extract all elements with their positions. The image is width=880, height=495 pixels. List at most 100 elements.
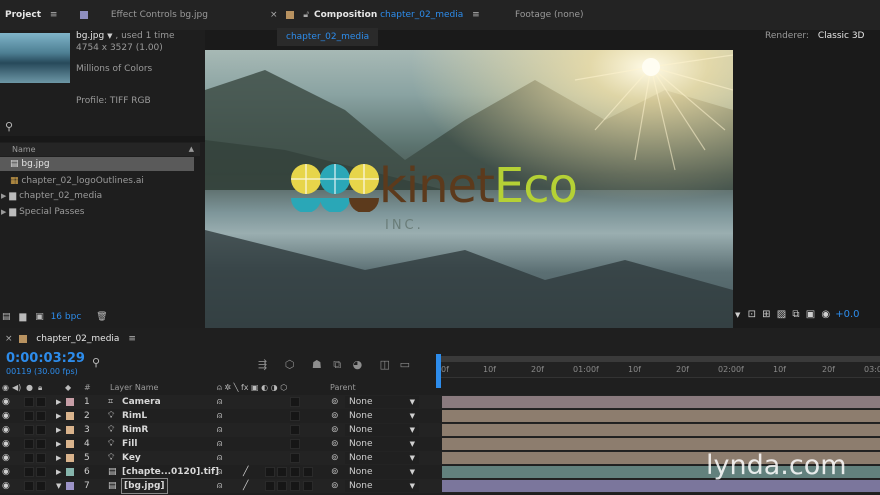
label-color-chip[interactable] — [66, 482, 74, 490]
expand-arrow-icon[interactable]: ▶ — [56, 423, 61, 437]
parent-dropdown[interactable]: None ▼ — [345, 396, 419, 408]
quality-switch-icon[interactable]: ╱ — [243, 479, 248, 493]
eye-icon[interactable]: ◉ — [2, 465, 10, 479]
pickwhip-icon[interactable]: ⊚ — [331, 437, 339, 451]
label-color-chip[interactable] — [66, 454, 74, 462]
new-folder-icon[interactable]: ▆ — [19, 312, 26, 322]
layer-name[interactable]: [bg.jpg] — [121, 478, 168, 494]
camera-icon[interactable]: ▣ — [806, 309, 815, 320]
eye-icon[interactable]: ◉ — [2, 423, 10, 437]
parent-dropdown[interactable]: None ▼ — [345, 438, 419, 450]
shy-switch-icon[interactable]: ⍝ — [217, 437, 222, 451]
lock-box[interactable] — [36, 453, 46, 463]
solo-switch-icon[interactable]: ● — [26, 381, 33, 394]
region-icon[interactable]: ⊞ — [762, 309, 770, 320]
new-comp-icon[interactable]: ▣ — [35, 312, 44, 322]
switch-box[interactable] — [290, 439, 300, 449]
draft-3d-icon[interactable]: ⬡ — [285, 358, 295, 371]
live-update-icon[interactable]: ▭ — [400, 358, 410, 371]
layer-name[interactable]: Fill — [122, 437, 137, 451]
lock-box[interactable] — [36, 425, 46, 435]
eye-icon[interactable]: ◉ — [2, 451, 10, 465]
layer-row[interactable]: ◉ ▶ 2 💡︎ RimL ⍝ ⊚ None ▼ — [0, 409, 880, 423]
close-icon[interactable]: × — [270, 10, 278, 20]
switch-box[interactable] — [290, 467, 300, 477]
shy-switch-icon[interactable]: ⍝ — [217, 423, 222, 437]
comp-subtab[interactable]: chapter_02_media — [277, 28, 379, 46]
project-item-bg[interactable]: ▤ bg.jpg — [0, 157, 194, 171]
video-switch-icon[interactable]: ◉ — [2, 381, 9, 394]
lock-box[interactable] — [36, 481, 46, 491]
layer-row[interactable]: ◉ ▶ 1 ⌗ Camera ⍝ ⊚ None ▼ — [0, 395, 880, 409]
chevron-down-icon[interactable]: ▼ — [735, 311, 740, 319]
pickwhip-icon[interactable]: ⊚ — [331, 465, 339, 479]
bpc-label[interactable]: 16 bpc — [51, 312, 82, 322]
switch-box[interactable] — [290, 481, 300, 491]
solo-box[interactable] — [24, 481, 34, 491]
composition-menu-icon[interactable]: ≡ — [472, 10, 480, 20]
lock-box[interactable] — [36, 439, 46, 449]
renderer[interactable]: Renderer: Classic 3D — [765, 31, 865, 41]
layer-name[interactable]: RimR — [122, 423, 148, 437]
current-time[interactable]: 0:00:03:29 — [6, 351, 85, 366]
layer-duration-bar[interactable] — [442, 410, 880, 422]
tab-footage[interactable]: Footage (none) — [515, 0, 584, 30]
switch-box[interactable] — [290, 425, 300, 435]
layer-row[interactable]: ◉ ▶ 3 💡︎ RimR ⍝ ⊚ None ▼ — [0, 423, 880, 437]
switch-box[interactable] — [290, 411, 300, 421]
layer-name[interactable]: [chapte...0120].tif] — [122, 465, 219, 479]
project-item-comp[interactable]: ▶ ▆ chapter_02_media — [0, 189, 102, 203]
shy-switch-icon[interactable]: ⍝ — [217, 479, 222, 493]
shy-icon[interactable]: ☗ — [312, 358, 322, 371]
shy-switch-icon[interactable]: ⍝ — [217, 409, 222, 423]
switch-box[interactable] — [290, 453, 300, 463]
frame-blend-icon[interactable]: ⧉ — [333, 358, 341, 371]
pickwhip-icon[interactable]: ⊚ — [331, 423, 339, 437]
work-area-bar[interactable] — [437, 356, 880, 362]
motion-blur-icon[interactable]: ◕ — [353, 358, 363, 371]
expand-arrow-icon[interactable]: ▶ — [56, 395, 61, 409]
parent-dropdown[interactable]: None ▼ — [345, 466, 419, 478]
trash-icon[interactable]: 🗑︎ — [96, 312, 107, 322]
snapshot-icon[interactable]: ⊡ — [748, 309, 756, 320]
switch-box[interactable] — [277, 467, 287, 477]
timeline-menu-icon[interactable]: ≡ — [128, 334, 136, 344]
switch-box[interactable] — [265, 481, 275, 491]
solo-box[interactable] — [24, 439, 34, 449]
expand-arrow-icon[interactable]: ▶ — [56, 451, 61, 465]
label-tag-icon[interactable]: ◆ — [65, 381, 71, 394]
layer-name[interactable]: Camera — [122, 395, 161, 409]
comp-flowchart-icon[interactable]: ⇶ — [258, 358, 267, 371]
eye-icon[interactable]: ◉ — [2, 395, 10, 409]
pickwhip-icon[interactable]: ⊚ — [331, 395, 339, 409]
chevron-down-icon[interactable]: ▼ — [107, 32, 112, 40]
expand-arrow-icon[interactable]: ▶ — [56, 465, 61, 479]
expand-arrow-icon[interactable]: ▼ — [56, 479, 61, 493]
label-color-chip[interactable] — [66, 412, 74, 420]
close-icon[interactable]: × — [5, 334, 13, 344]
timeline-tab[interactable]: × chapter_02_media ≡ — [0, 330, 136, 348]
timeline-search-icon[interactable]: ⚲ — [92, 356, 100, 369]
eye-icon[interactable]: ◉ — [2, 437, 10, 451]
pickwhip-icon[interactable]: ⊚ — [331, 451, 339, 465]
layer-duration-bar[interactable] — [442, 396, 880, 408]
lock-box[interactable] — [36, 411, 46, 421]
eye-icon[interactable]: ◉ — [2, 479, 10, 493]
layer-row[interactable]: ◉ ▼ 7 ▤ [bg.jpg] ⍝ ╱ ⊚ None ▼ — [0, 478, 880, 494]
audio-switch-icon[interactable]: ◀) — [12, 381, 21, 394]
view-layout-icon[interactable]: ⧉ — [792, 309, 799, 320]
project-search-bar[interactable] — [0, 136, 205, 142]
label-color-chip[interactable] — [66, 398, 74, 406]
shy-switch-icon[interactable]: ⍝ — [217, 465, 222, 479]
shy-switch-icon[interactable]: ⍝ — [217, 395, 222, 409]
exposure-icon[interactable]: ◉ — [821, 309, 830, 320]
panel-menu-icon[interactable]: ≡ — [50, 10, 58, 20]
switch-box[interactable] — [277, 481, 287, 491]
switch-box[interactable] — [290, 397, 300, 407]
tab-composition[interactable]: × 🔓︎ Composition chapter_02_media ≡ — [270, 0, 480, 30]
pickwhip-icon[interactable]: ⊚ — [331, 479, 339, 493]
parent-dropdown[interactable]: None ▼ — [345, 410, 419, 422]
project-item-special[interactable]: ▶ ▆ Special Passes — [0, 205, 85, 219]
lock-box[interactable] — [36, 467, 46, 477]
parent-dropdown[interactable]: None ▼ — [345, 480, 419, 492]
